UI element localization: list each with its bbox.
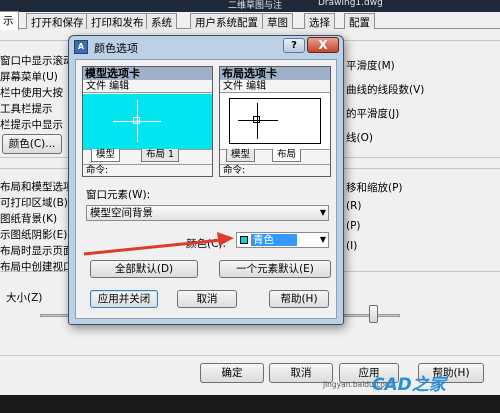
option-printable-area[interactable]: 可打印区域(B) <box>0 195 68 210</box>
tab-drafting[interactable]: 草图 <box>262 13 293 29</box>
option-text-boundary[interactable]: (I) <box>346 240 357 252</box>
option-rendered-smoothness[interactable]: 的平滑度(J) <box>346 106 399 121</box>
tab-system[interactable]: 系统 <box>146 13 177 29</box>
option-screen-menu[interactable]: 屏幕菜单(U) <box>0 69 58 84</box>
option-highlight-raster[interactable]: (R) <box>346 200 362 212</box>
pickbox <box>253 116 260 123</box>
option-layout-model-tabs[interactable]: 布局和模型选项 <box>0 179 74 194</box>
ok-button[interactable]: 确定 <box>200 363 264 383</box>
dialog-cancel-button[interactable]: 取消 <box>177 290 237 308</box>
restore-all-button[interactable]: 全部默认(D) <box>90 260 198 278</box>
option-page-setup-manager[interactable]: 布局时显示页面 <box>0 243 74 258</box>
option-true-color[interactable]: (P) <box>346 220 361 232</box>
preview-menu: 文件 编辑 <box>220 80 330 93</box>
preview-tab-layout: 布局 <box>272 149 302 162</box>
dialog-titlebar: A 颜色选项 ? X <box>69 36 343 59</box>
preview-tabs: 模型 布局 <box>220 149 330 164</box>
option-large-buttons[interactable]: 栏中使用大按 <box>0 85 63 100</box>
color-select[interactable]: 青色 ▼ <box>236 232 329 248</box>
pickbox <box>133 117 140 124</box>
option-paper-shadow[interactable]: 示图纸阴影(E) <box>0 227 67 242</box>
tab-profiles[interactable]: 配置 <box>344 13 375 29</box>
preview-tab-model: 模型 <box>226 149 256 162</box>
window-title: 二维草图与注 <box>228 1 283 11</box>
color-swatch <box>240 236 248 244</box>
restore-element-button[interactable]: 一个元素默认(E) <box>219 260 331 278</box>
chevron-down-icon: ▼ <box>319 208 326 217</box>
model-tab-preview: 模型选项卡 文件 编辑 模型 布局 1 命令: <box>82 66 213 177</box>
preview-header: 模型选项卡 <box>83 67 212 80</box>
model-space-background <box>83 94 212 149</box>
apply-close-button[interactable]: 应用并关闭 <box>90 290 158 308</box>
watermark-logo: CAD之家 <box>372 375 446 395</box>
help-icon[interactable]: ? <box>283 38 305 53</box>
window-element-value: 模型空间背景 <box>90 207 153 219</box>
dialog-body: 模型选项卡 文件 编辑 模型 布局 1 命令: 布局选项卡 文件 编辑 模型 布… <box>75 59 337 319</box>
option-tooltips[interactable]: 工具栏提示 <box>0 101 53 116</box>
tab-display[interactable]: 示 <box>0 11 19 30</box>
option-paper-background[interactable]: 图纸背景(K) <box>0 211 57 226</box>
color-value: 青色 <box>251 234 297 246</box>
image-bottom-strip <box>0 395 500 413</box>
window-title-filename: Drawing1.dwg <box>318 0 383 8</box>
options-window-titlebar: 二维草图与注 Drawing1.dwg <box>0 0 500 12</box>
option-contour-lines[interactable]: 线(O) <box>346 130 373 145</box>
tab-selection[interactable]: 选择 <box>304 13 335 29</box>
option-pan-zoom-raster[interactable]: 移和缩放(P) <box>346 180 403 195</box>
crosshair-size-label: 大小(Z) <box>6 292 43 304</box>
preview-tabs: 模型 布局 1 <box>83 149 212 164</box>
crosshair-size-slider-thumb[interactable] <box>369 305 378 323</box>
preview-menu: 文件 编辑 <box>83 80 212 93</box>
color-label: 颜色(C): <box>186 238 227 250</box>
footer-separator <box>0 355 500 356</box>
option-polyline-segments[interactable]: 曲线的线段数(V) <box>346 82 424 97</box>
chevron-down-icon: ▼ <box>319 235 326 244</box>
paper-sheet <box>229 98 321 144</box>
color-options-dialog: A 颜色选项 ? X 模型选项卡 文件 编辑 模型 布局 1 命令: 布局选项卡… <box>68 35 344 325</box>
colors-button[interactable]: 颜色(C)... <box>2 134 62 154</box>
option-shortcut-keys[interactable]: 栏提示中显示 <box>0 117 63 132</box>
dialog-title: 颜色选项 <box>94 42 138 55</box>
preview-tab-model: 模型 <box>91 149 121 162</box>
option-scrollbars[interactable]: 窗口中显示滚动 <box>0 53 74 68</box>
preview-command-line: 命令: <box>220 164 330 176</box>
preview-tab-layout: 布局 1 <box>141 149 180 162</box>
option-create-viewport[interactable]: 布局中创建视口 <box>0 259 74 274</box>
preview-command-line: 命令: <box>83 164 212 176</box>
tab-user-preferences[interactable]: 用户系统配置 <box>190 13 263 29</box>
window-element-select[interactable]: 模型空间背景 ▼ <box>86 205 329 221</box>
preview-header: 布局选项卡 <box>220 67 330 80</box>
options-tab-strip: 示 打开和保存 打印和发布 系统 用户系统配置 草图 选择 配置 <box>0 11 500 30</box>
window-element-label: 窗口元素(W): <box>86 189 151 201</box>
close-icon[interactable]: X <box>307 37 339 53</box>
option-arc-smoothness[interactable]: 平滑度(M) <box>346 58 395 73</box>
autocad-app-icon: A <box>74 40 88 54</box>
layout-tab-preview: 布局选项卡 文件 编辑 模型 布局 命令: <box>219 66 331 177</box>
tab-open-save[interactable]: 打开和保存 <box>26 13 89 29</box>
tab-plot-publish[interactable]: 打印和发布 <box>86 13 149 29</box>
paper-space-background <box>220 94 330 149</box>
dialog-help-button[interactable]: 帮助(H) <box>269 290 329 308</box>
